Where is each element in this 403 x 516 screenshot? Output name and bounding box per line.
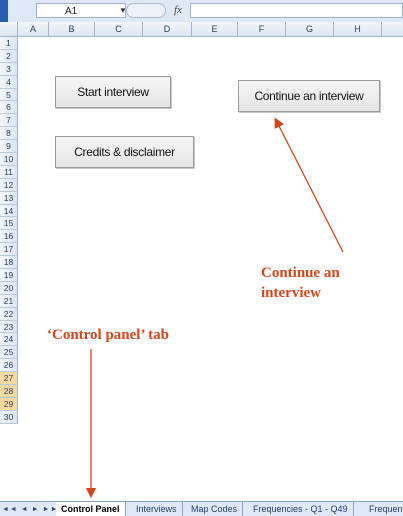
row-headers: 1 2 3 4 5 6 7 8 9 10 11 12 13 14 15 16 1… — [0, 37, 18, 424]
row-header[interactable]: 12 — [0, 178, 18, 192]
tab-interviews[interactable]: Interviews — [131, 502, 183, 516]
row-header[interactable]: 26 — [0, 359, 18, 373]
row-header[interactable]: 28 — [0, 385, 18, 398]
row-header[interactable]: 11 — [0, 165, 18, 179]
row-header[interactable]: 6 — [0, 101, 18, 115]
row-header[interactable]: 3 — [0, 62, 18, 76]
tab-frequencies-q1-q49[interactable]: Frequencies - Q1 - Q49 — [248, 502, 354, 516]
row-header[interactable]: 18 — [0, 256, 18, 270]
row-header[interactable]: 23 — [0, 320, 18, 334]
row-header[interactable]: 27 — [0, 372, 18, 386]
control-panel-annotation: ‘Control panel’ tab — [47, 327, 169, 343]
row-header[interactable]: 19 — [0, 269, 18, 282]
tab-navigation-icons[interactable]: ◄◄ ◄ ► ►► — [2, 503, 58, 516]
continue-annotation-line1: Continue an — [261, 265, 340, 281]
select-all-corner[interactable] — [0, 22, 18, 36]
column-header-c[interactable]: C — [95, 22, 143, 36]
row-header[interactable]: 30 — [0, 410, 18, 424]
row-header[interactable]: 9 — [0, 140, 18, 154]
continue-interview-button[interactable]: Continue an interview — [238, 80, 380, 112]
tab-control-panel[interactable]: Control Panel — [56, 502, 126, 516]
credits-disclaimer-button[interactable]: Credits & disclaimer — [55, 136, 194, 168]
window-edge — [0, 0, 8, 22]
row-header[interactable]: 5 — [0, 88, 18, 102]
row-header[interactable]: 15 — [0, 217, 18, 231]
row-header[interactable]: 22 — [0, 307, 18, 321]
function-icon[interactable]: fx — [174, 3, 182, 18]
formula-oval-icon — [126, 3, 166, 18]
spreadsheet-window: A1 ▼ fx A B C D E F G H 1 2 3 4 5 6 7 8 … — [0, 0, 403, 516]
row-header[interactable]: 29 — [0, 397, 18, 411]
column-header-b[interactable]: B — [49, 22, 95, 36]
row-header[interactable]: 25 — [0, 346, 18, 360]
row-header[interactable]: 21 — [0, 294, 18, 308]
tab-frequen[interactable]: Frequen — [364, 502, 403, 516]
start-interview-button[interactable]: Start interview — [55, 76, 171, 108]
continue-annotation: Continue an interview — [261, 263, 340, 303]
column-header-a[interactable]: A — [18, 22, 49, 36]
row-header[interactable]: 7 — [0, 114, 18, 128]
row-header[interactable]: 1 — [0, 37, 18, 50]
sheet-tab-bar: ◄◄ ◄ ► ►► Control Panel Interviews Map C… — [0, 501, 403, 516]
row-header[interactable]: 20 — [0, 281, 18, 295]
column-header-f[interactable]: F — [238, 22, 286, 36]
formula-bar: A1 ▼ fx — [0, 0, 403, 23]
row-header[interactable]: 10 — [0, 153, 18, 166]
column-header-e[interactable]: E — [192, 22, 238, 36]
tab-map-codes[interactable]: Map Codes — [186, 502, 244, 516]
row-header[interactable]: 24 — [0, 333, 18, 347]
row-header[interactable]: 4 — [0, 75, 18, 89]
row-header[interactable]: 13 — [0, 191, 18, 205]
column-headers: A B C D E F G H — [0, 22, 403, 37]
row-header[interactable]: 8 — [0, 127, 18, 141]
row-header[interactable]: 14 — [0, 204, 18, 218]
row-header[interactable]: 2 — [0, 49, 18, 63]
formula-input[interactable] — [190, 3, 403, 18]
row-header[interactable]: 17 — [0, 243, 18, 257]
continue-annotation-line2: interview — [261, 285, 321, 301]
row-header[interactable]: 16 — [0, 230, 18, 244]
name-box[interactable]: A1 — [36, 3, 126, 18]
column-header-g[interactable]: G — [286, 22, 334, 36]
column-header-d[interactable]: D — [143, 22, 192, 36]
column-header-h[interactable]: H — [334, 22, 382, 36]
